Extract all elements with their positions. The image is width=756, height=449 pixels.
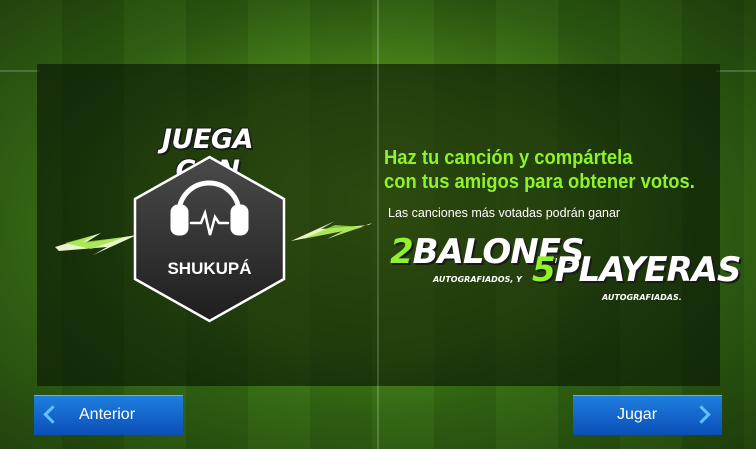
headline-line-1: Haz tu canción y compártela: [384, 147, 633, 169]
play-button-label: Jugar: [617, 406, 658, 423]
headline-line-2: con tus amigos para obtener votos.: [384, 171, 695, 193]
promo-subline: Las canciones más votadas podrán ganar: [388, 206, 621, 220]
badge-hexagon: [133, 155, 286, 323]
lightning-right-icon: [291, 221, 372, 241]
panel-divider: [377, 64, 379, 386]
field-penalty-line-left: [0, 70, 40, 72]
lightning-left-icon: [55, 233, 137, 255]
prize-playeras: 5PLAYERAS: [532, 250, 741, 290]
play-button[interactable]: Jugar: [573, 395, 722, 435]
chevron-left-icon: [43, 405, 62, 424]
prize-balones-sub: AUTOGRAFIADOS, Y: [433, 275, 522, 284]
prize-playeras-sub: AUTOGRAFIADAS.: [602, 293, 682, 302]
badge-name: SHUKUPÁ: [167, 259, 252, 278]
field-penalty-line-right: [716, 70, 756, 72]
previous-button[interactable]: Anterior: [34, 395, 183, 435]
previous-button-label: Anterior: [79, 406, 136, 423]
prize-playeras-word: PLAYERAS: [554, 250, 742, 290]
prize-playeras-count: 5: [532, 250, 556, 290]
promo-headline: Haz tu canción y compártela con tus amig…: [384, 146, 697, 194]
prize-balones-count: 2: [390, 232, 414, 272]
chevron-right-icon: [692, 405, 711, 424]
